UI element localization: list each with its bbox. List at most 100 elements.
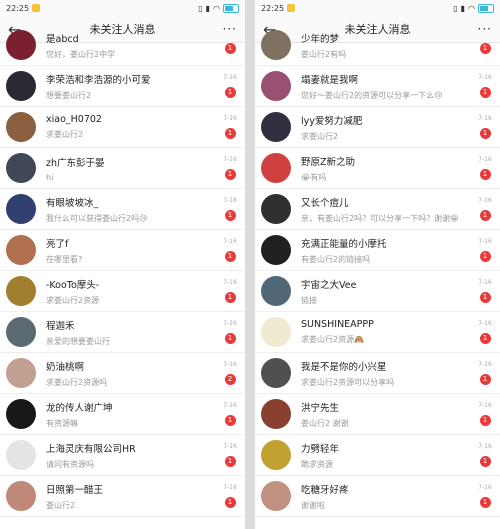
avatar[interactable] [6,317,36,347]
item-meta: 7-16 1 [476,484,494,508]
avatar[interactable] [261,153,291,183]
signal-icon: ▮ [205,3,211,13]
list-item[interactable]: 吃糖牙好疼 谢谢啦 7-16 1 [255,476,500,517]
list-item[interactable]: 日照第一醋王 娄山行2 7-16 1 [0,476,245,517]
wifi-icon: ◠ [213,3,220,13]
avatar[interactable] [6,112,36,142]
avatar[interactable] [6,71,36,101]
sender-name: 力劈轻年 [301,443,340,455]
avatar[interactable] [261,30,291,60]
avatar[interactable] [6,153,36,183]
list-item[interactable]: 李荣浩和李浩源的小可爱 想要娄山行2 7-16 1 [0,66,245,107]
message-text: 😭有吗 [301,172,327,182]
message-preview: 是abcd 您好，娄山行2中学 [46,31,221,60]
item-meta: 7-16 1 [476,320,494,344]
message-preview: zh广东彭于晏 hi [46,155,221,182]
item-meta: 7-16 1 [476,279,494,303]
sender-name: 我是不是你的小兴星 [301,361,387,373]
avatar[interactable] [6,481,36,511]
list-item[interactable]: 有眼坡坡冰_ 我什么可以获得娄山行2吗😢 7-16 1 [0,189,245,230]
list-item[interactable]: 又长个痘儿 亲，有娄山行2吗？可以分享一下吗？谢谢😁 7-16 1 [255,189,500,230]
list-item[interactable]: SUNSHINEAPPP 求娄山行2资源🙈 7-16 1 [255,312,500,353]
unread-badge: 1 [479,292,491,303]
timestamp: 7-16 [478,320,492,327]
message-preview: xiao_H0702 求娄山行2 [46,114,221,140]
item-meta: 7-16 1 [221,484,239,508]
unread-badge: 1 [224,415,236,426]
avatar[interactable] [261,481,291,511]
message-text: hi [46,172,54,182]
unread-badge: 1 [479,87,491,98]
list-item[interactable]: lyy爱努力减肥 求娄山行2 7-16 1 [255,107,500,148]
unread-badge: 1 [224,210,236,221]
sender-name: 充满正能量的小摩托 [301,238,387,250]
avatar[interactable] [261,358,291,388]
list-item[interactable]: 充满正能量的小摩托 有娄山行2的链接吗 7-16 1 [255,230,500,271]
avatar[interactable] [261,112,291,142]
list-item[interactable]: 亮了f 在哪里看? 7-16 1 [0,230,245,271]
message-text: 谢谢啦 [301,500,325,510]
list-item[interactable]: 少年的梦 娄山行2有吗 1 [255,25,500,66]
item-meta: 7-16 1 [221,115,239,139]
avatar[interactable] [261,276,291,306]
vibrate-icon: ▯ [453,3,458,13]
list-item[interactable]: 龙的传人谢广坤 有资源嘛 7-16 1 [0,394,245,435]
list-item[interactable]: xiao_H0702 求娄山行2 7-16 1 [0,107,245,148]
message-text: 亲爱的想要娄山行 [46,336,110,346]
timestamp: 7-16 [223,320,237,327]
unread-badge: 1 [224,333,236,344]
sender-name: xiao_H0702 [46,114,102,125]
timestamp: 7-16 [478,402,492,409]
sender-name: 有眼坡坡冰_ [46,197,99,209]
list-item[interactable]: 野原Z新之助 😭有吗 7-16 1 [255,148,500,189]
list-item[interactable]: 力劈轻年 跪求资源 7-16 1 [255,435,500,476]
list-item[interactable]: 我是不是你的小兴星 求娄山行2资源可以分享吗 7-16 1 [255,353,500,394]
list-item[interactable]: 是abcd 您好，娄山行2中学 1 [0,25,245,66]
item-meta: 7-16 1 [476,443,494,467]
message-preview: 洪宁先生 娄山行2 谢谢 [301,400,476,429]
unread-badge: 1 [479,251,491,262]
unread-badge: 1 [479,210,491,221]
avatar[interactable] [6,276,36,306]
message-text: 求娄山行2 [301,131,339,141]
avatar[interactable] [6,235,36,265]
message-text: 娄山行2有吗 [301,49,347,59]
message-preview: 又长个痘儿 亲，有娄山行2吗？可以分享一下吗？谢谢😁 [301,195,476,224]
avatar[interactable] [6,358,36,388]
message-text: 请问有资源吗 [46,459,94,469]
list-item[interactable]: 塌妻就是我啊 您好～娄山行2的资源可以分享一下么😢 7-16 1 [255,66,500,107]
status-time: 22:25 [6,3,30,13]
avatar[interactable] [261,440,291,470]
avatar[interactable] [261,317,291,347]
avatar[interactable] [6,194,36,224]
message-preview: 宇宙之大Vee 链接 [301,277,476,306]
avatar[interactable] [261,399,291,429]
unread-badge: 1 [224,169,236,180]
list-item[interactable]: 宇宙之大Vee 链接 7-16 1 [255,271,500,312]
avatar[interactable] [261,71,291,101]
avatar[interactable] [6,440,36,470]
item-meta: 7-16 1 [221,156,239,180]
list-item[interactable]: 洪宁先生 娄山行2 谢谢 7-16 1 [255,394,500,435]
list-item[interactable]: -KooTo摩头- 求娄山行2资源 7-16 1 [0,271,245,312]
timestamp: 7-16 [223,484,237,491]
message-preview: 我是不是你的小兴星 求娄山行2资源可以分享吗 [301,359,476,388]
timestamp: 7-16 [478,74,492,81]
unread-badge: 1 [224,128,236,139]
message-preview: 力劈轻年 跪求资源 [301,441,476,470]
unread-badge: 1 [224,42,236,54]
avatar[interactable] [261,235,291,265]
sender-name: 塌妻就是我啊 [301,74,359,86]
message-text: 跪求资源 [301,459,333,469]
list-item[interactable]: 上海灵庆有限公司HR 请问有资源吗 7-16 1 [0,435,245,476]
item-meta: 1 [221,37,239,54]
timestamp: 7-16 [478,238,492,245]
list-item[interactable]: zh广东彭于晏 hi 7-16 1 [0,148,245,189]
avatar[interactable] [261,194,291,224]
sender-name: 程迦禾 [46,320,75,332]
avatar[interactable] [6,30,36,60]
unread-badge: 1 [479,169,491,180]
avatar[interactable] [6,399,36,429]
list-item[interactable]: 程迦禾亲爱的想要娄山行 7-16 1 [0,312,245,353]
list-item[interactable]: 奶油桃啊 求娄山行2资源吗 7-16 2 [0,353,245,394]
